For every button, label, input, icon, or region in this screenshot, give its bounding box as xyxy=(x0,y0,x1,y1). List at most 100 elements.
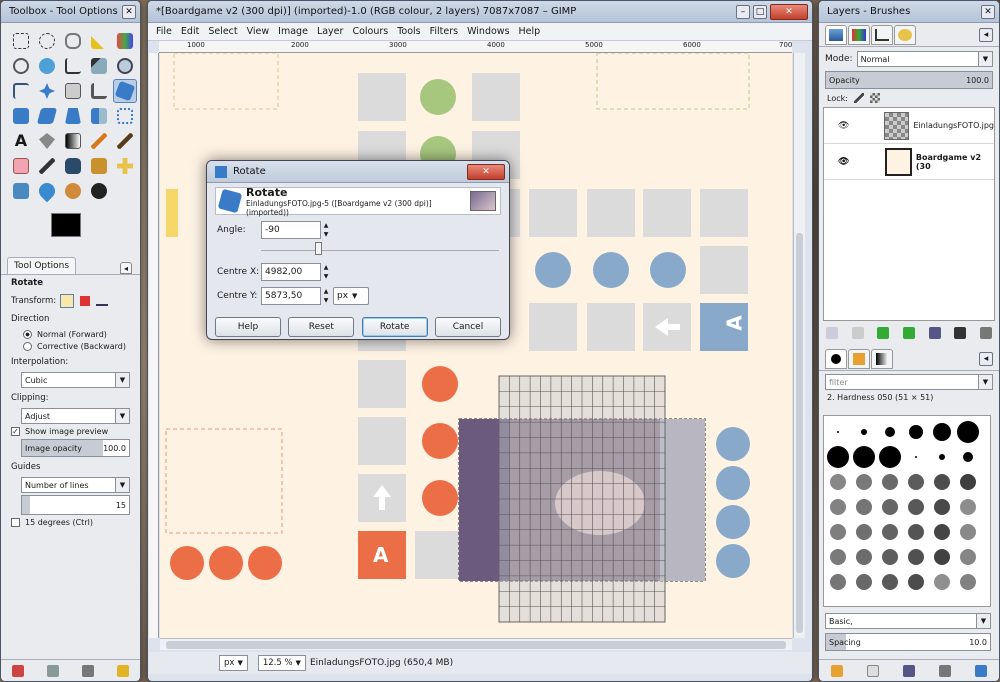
pencil-icon[interactable] xyxy=(87,129,111,153)
brush-preview[interactable] xyxy=(963,452,973,462)
new-group-icon[interactable] xyxy=(851,327,864,339)
color-select-icon[interactable] xyxy=(113,29,137,53)
brush-preview[interactable] xyxy=(939,454,945,460)
brush-preview[interactable] xyxy=(882,524,898,540)
brush-preview[interactable] xyxy=(908,474,924,490)
brush-preview[interactable] xyxy=(933,423,951,441)
brush-preview[interactable] xyxy=(934,574,950,590)
raise-layer-icon[interactable] xyxy=(877,327,890,339)
perspective-clone-icon[interactable] xyxy=(9,179,33,203)
cancel-button[interactable]: Cancel xyxy=(434,317,501,337)
spacing-slider[interactable]: Spacing 10.0 xyxy=(825,633,991,651)
brush-preview[interactable] xyxy=(882,499,898,515)
brush-preview[interactable] xyxy=(830,524,846,540)
horizontal-scrollbar[interactable] xyxy=(160,638,792,650)
spinner-arrows-icon[interactable]: ▲ ▼ xyxy=(322,221,330,239)
unit-select[interactable]: px ▼ xyxy=(219,655,248,671)
angle-slider-handle[interactable] xyxy=(315,242,322,255)
perspective-icon[interactable] xyxy=(61,104,85,128)
menu-tools[interactable]: Tools xyxy=(397,26,420,37)
direction-normal-radio[interactable]: Normal (Forward) xyxy=(23,330,140,339)
heal-icon[interactable] xyxy=(113,154,137,178)
blend-icon[interactable] xyxy=(61,129,85,153)
centre-x-input[interactable]: 4982,00 xyxy=(261,263,321,281)
close-icon[interactable]: ✕ xyxy=(981,4,995,19)
ellipse-select-icon[interactable] xyxy=(35,29,59,53)
restore-options-icon[interactable] xyxy=(47,664,60,677)
image-opacity-slider[interactable]: Image opacity 100.0 xyxy=(21,439,130,457)
close-icon[interactable]: ✕ xyxy=(467,163,505,180)
menu-view[interactable]: View xyxy=(247,26,270,37)
airbrush-icon[interactable] xyxy=(35,154,59,178)
layer-opacity-slider[interactable]: Opacity 100.0 xyxy=(825,71,993,89)
brush-preview[interactable] xyxy=(837,431,839,433)
blur-icon[interactable] xyxy=(35,179,59,203)
brush-preview[interactable] xyxy=(856,574,872,590)
align-icon[interactable] xyxy=(61,79,85,103)
crop-icon[interactable] xyxy=(87,79,111,103)
menu-select[interactable]: Select xyxy=(208,26,237,37)
lock-pixels-icon[interactable] xyxy=(853,93,864,103)
zoom-select[interactable]: 12.5 % ▼ xyxy=(257,655,306,671)
zoom-icon[interactable] xyxy=(113,54,137,78)
rotate-button[interactable]: Rotate xyxy=(361,317,428,337)
brush-preview[interactable] xyxy=(908,524,924,540)
lock-alpha-icon[interactable] xyxy=(869,93,880,103)
color-swatches[interactable] xyxy=(51,207,140,253)
brush-preview[interactable] xyxy=(830,574,846,590)
reset-options-icon[interactable] xyxy=(116,664,129,677)
refresh-brushes-icon[interactable] xyxy=(975,664,987,677)
color-picker-icon[interactable] xyxy=(87,54,111,78)
spinner-arrows-icon[interactable]: ▲ ▼ xyxy=(322,287,330,305)
brush-preview[interactable] xyxy=(856,499,872,515)
brush-preview[interactable] xyxy=(853,446,875,468)
text-icon[interactable]: A xyxy=(9,129,33,153)
spinner-arrows-icon[interactable]: ▲ ▼ xyxy=(322,263,330,281)
tab-undo[interactable] xyxy=(894,24,916,45)
brush-preview[interactable] xyxy=(856,524,872,540)
brush-preview[interactable] xyxy=(960,499,976,515)
foreground-color[interactable] xyxy=(51,213,81,237)
interpolation-select[interactable]: Cubic ▼ xyxy=(21,372,130,388)
tab-tool-options[interactable]: Tool Options xyxy=(7,257,77,274)
duplicate-layer-icon[interactable] xyxy=(928,327,941,339)
angle-input[interactable]: -90 xyxy=(261,221,321,239)
flip-icon[interactable] xyxy=(87,104,111,128)
cage-icon[interactable] xyxy=(113,104,137,128)
brush-set-select[interactable]: Basic, ▼ xyxy=(825,613,991,629)
brush-preview[interactable] xyxy=(957,421,979,443)
close-icon[interactable]: ✕ xyxy=(770,3,808,20)
brush-preview[interactable] xyxy=(882,574,898,590)
dodge-burn-icon[interactable] xyxy=(87,179,111,203)
tab-gradients[interactable] xyxy=(871,348,893,369)
brush-preview[interactable] xyxy=(908,499,924,515)
anchor-icon[interactable] xyxy=(954,327,967,339)
save-options-icon[interactable] xyxy=(12,664,25,677)
brush-preview[interactable] xyxy=(830,549,846,565)
bucket-fill-icon[interactable] xyxy=(35,129,59,153)
degrees-checkbox[interactable]: 15 degrees (Ctrl) xyxy=(11,518,130,527)
stamp-icon[interactable] xyxy=(87,154,111,178)
brush-preview[interactable] xyxy=(856,549,872,565)
tab-menu-icon[interactable]: ◂ xyxy=(979,351,993,366)
brush-preview[interactable] xyxy=(830,499,846,515)
paintbrush-icon[interactable] xyxy=(113,129,137,153)
show-preview-checkbox[interactable]: ✓ Show image preview xyxy=(11,427,130,436)
help-button[interactable]: Help xyxy=(215,317,281,337)
centre-y-input[interactable]: 5873,50 xyxy=(261,287,321,305)
delete-layer-icon[interactable] xyxy=(980,327,993,339)
paths-icon[interactable] xyxy=(61,54,85,78)
brush-preview[interactable] xyxy=(827,446,849,468)
measure-icon[interactable] xyxy=(9,79,33,103)
horizontal-scroll-thumb[interactable] xyxy=(166,641,786,649)
close-icon[interactable]: ✕ xyxy=(122,4,136,19)
scissors-icon[interactable] xyxy=(9,54,33,78)
layer-row[interactable]: 👁 EinladungsFOTO.jpg xyxy=(824,108,994,144)
brush-preview[interactable] xyxy=(934,499,950,515)
move-icon[interactable] xyxy=(35,79,59,103)
menu-layer[interactable]: Layer xyxy=(317,26,344,37)
guides-select[interactable]: Number of lines ▼ xyxy=(21,477,130,493)
menu-filters[interactable]: Filters xyxy=(430,26,458,37)
mode-select[interactable]: Normal ▼ xyxy=(856,51,993,67)
shear-icon[interactable] xyxy=(35,104,59,128)
